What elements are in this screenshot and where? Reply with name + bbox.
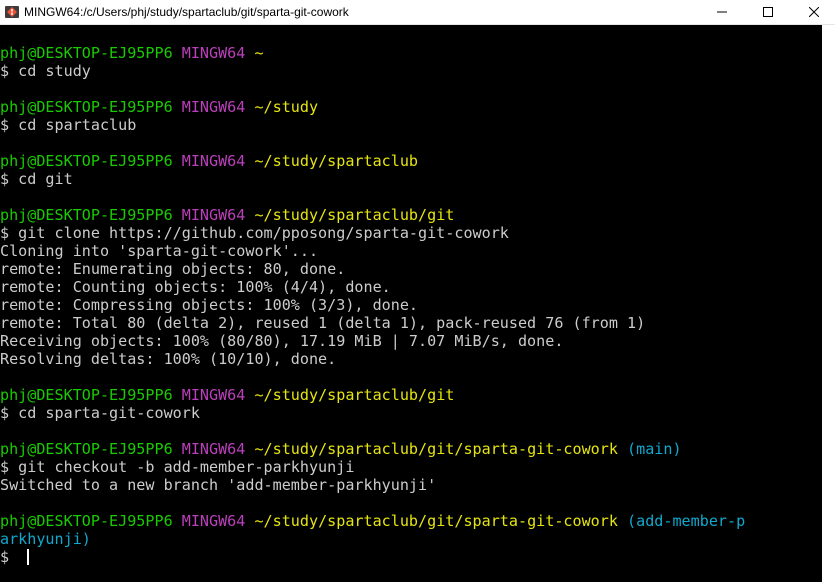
terminal-text-segment: $	[0, 548, 19, 566]
terminal-text-segment: Cloning into 'sparta-git-cowork'...	[0, 242, 319, 260]
terminal-text-segment: remote: Total 80 (delta 2), reused 1 (de…	[0, 314, 646, 332]
terminal-line: $	[0, 548, 745, 566]
terminal-line: remote: Enumerating objects: 80, done.	[0, 260, 745, 278]
terminal-line: $ cd study	[0, 62, 745, 80]
terminal-line: remote: Counting objects: 100% (4/4), do…	[0, 278, 745, 296]
terminal-text-segment: (main)	[627, 440, 682, 458]
minimize-icon	[717, 11, 727, 13]
maximize-button[interactable]	[745, 0, 791, 24]
terminal-line: phj@DESKTOP-EJ95PP6 MINGW64 ~	[0, 44, 745, 62]
terminal-text-segment: phj@DESKTOP-EJ95PP6	[0, 512, 182, 530]
terminal-line: phj@DESKTOP-EJ95PP6 MINGW64 ~/study/spar…	[0, 152, 745, 170]
terminal-text-segment: phj@DESKTOP-EJ95PP6	[0, 386, 182, 404]
git-bash-icon	[5, 6, 19, 18]
terminal-text-segment: MINGW64	[181, 98, 255, 116]
terminal-text-segment: Switched to a new branch 'add-member-par…	[0, 476, 437, 494]
terminal-line: remote: Compressing objects: 100% (3/3),…	[0, 296, 745, 314]
terminal-line: Switched to a new branch 'add-member-par…	[0, 476, 745, 494]
terminal-line: phj@DESKTOP-EJ95PP6 MINGW64 ~/study/spar…	[0, 206, 745, 224]
terminal-text-segment: arkhyunji)	[0, 530, 91, 548]
terminal-text-segment: ~/study/spartaclub/git	[254, 386, 455, 404]
terminal-line: $ git checkout -b add-member-parkhyunji	[0, 458, 745, 476]
terminal-text-segment: Resolving deltas: 100% (10/10), done.	[0, 350, 337, 368]
terminal-text-segment: ~/study/spartaclub/git	[254, 206, 455, 224]
terminal-output[interactable]: phj@DESKTOP-EJ95PP6 MINGW64 ~ $ cd study p…	[0, 25, 822, 582]
terminal-line: phj@DESKTOP-EJ95PP6 MINGW64 ~/study/spar…	[0, 386, 745, 404]
minimize-button[interactable]	[699, 0, 745, 24]
terminal-text-segment: $ git checkout -b add-member-parkhyunji	[0, 458, 355, 476]
close-button[interactable]	[791, 0, 835, 24]
terminal-text-segment: MINGW64	[181, 152, 255, 170]
terminal-text-segment: remote: Enumerating objects: 80, done.	[0, 260, 346, 278]
title-bar[interactable]: MINGW64:/c/Users/phj/study/spartaclub/gi…	[0, 0, 835, 25]
scrollbar-track[interactable]	[822, 25, 835, 582]
terminal-text-segment: ~/study/spartaclub/git/sparta-git-cowork	[254, 440, 628, 458]
terminal-text-segment: phj@DESKTOP-EJ95PP6	[0, 440, 182, 458]
terminal-text-segment: MINGW64	[181, 386, 255, 404]
terminal-text-segment: $ git clone https://github.com/pposong/s…	[0, 224, 509, 242]
terminal-text-segment: remote: Compressing objects: 100% (3/3),…	[0, 296, 419, 314]
text-cursor	[27, 549, 30, 565]
terminal-line: Resolving deltas: 100% (10/10), done.	[0, 350, 745, 368]
terminal-line: $ git clone https://github.com/pposong/s…	[0, 224, 745, 242]
terminal-text-segment: ~/study	[254, 98, 319, 116]
terminal-text-segment: MINGW64	[181, 206, 255, 224]
terminal-text-segment: ~	[254, 44, 264, 62]
terminal-text-segment: Receiving objects: 100% (80/80), 17.19 M…	[0, 332, 564, 350]
terminal-text-segment: (add-member-p	[627, 512, 746, 530]
terminal-text-segment: ~/study/spartaclub	[254, 152, 419, 170]
terminal-line: $ cd sparta-git-cowork	[0, 404, 745, 422]
terminal-lines: phj@DESKTOP-EJ95PP6 MINGW64 ~ $ cd study p…	[0, 44, 745, 566]
terminal-window: MINGW64:/c/Users/phj/study/spartaclub/gi…	[0, 0, 835, 582]
terminal-line: Receiving objects: 100% (80/80), 17.19 M…	[0, 332, 745, 350]
terminal-text-segment: phj@DESKTOP-EJ95PP6	[0, 44, 182, 62]
terminal-text-segment: phj@DESKTOP-EJ95PP6	[0, 152, 182, 170]
window-title: MINGW64:/c/Users/phj/study/spartaclub/gi…	[24, 5, 349, 19]
terminal-text-segment: MINGW64	[181, 512, 255, 530]
terminal-line: $ cd git	[0, 170, 745, 188]
terminal-text-segment: phj@DESKTOP-EJ95PP6	[0, 206, 182, 224]
terminal-text-segment: $ cd git	[0, 170, 73, 188]
terminal-text-segment: remote: Counting objects: 100% (4/4), do…	[0, 278, 391, 296]
terminal-text-segment: MINGW64	[181, 44, 255, 62]
terminal-text-segment: phj@DESKTOP-EJ95PP6	[0, 98, 182, 116]
terminal-line: $ cd spartaclub	[0, 116, 745, 134]
terminal-line: arkhyunji)	[0, 530, 745, 548]
terminal-text-segment: $ cd spartaclub	[0, 116, 137, 134]
terminal-text-segment: $ cd study	[0, 62, 91, 80]
terminal-line: phj@DESKTOP-EJ95PP6 MINGW64 ~/study/spar…	[0, 512, 745, 530]
terminal-line: remote: Total 80 (delta 2), reused 1 (de…	[0, 314, 745, 332]
terminal-line: phj@DESKTOP-EJ95PP6 MINGW64 ~/study	[0, 98, 745, 116]
terminal-text-segment: $ cd sparta-git-cowork	[0, 404, 200, 422]
terminal-line: phj@DESKTOP-EJ95PP6 MINGW64 ~/study/spar…	[0, 440, 745, 458]
terminal-line: Cloning into 'sparta-git-cowork'...	[0, 242, 745, 260]
close-icon	[809, 7, 819, 17]
terminal-text-segment: ~/study/spartaclub/git/sparta-git-cowork	[254, 512, 628, 530]
maximize-icon	[763, 7, 773, 17]
terminal-text-segment: MINGW64	[181, 440, 255, 458]
